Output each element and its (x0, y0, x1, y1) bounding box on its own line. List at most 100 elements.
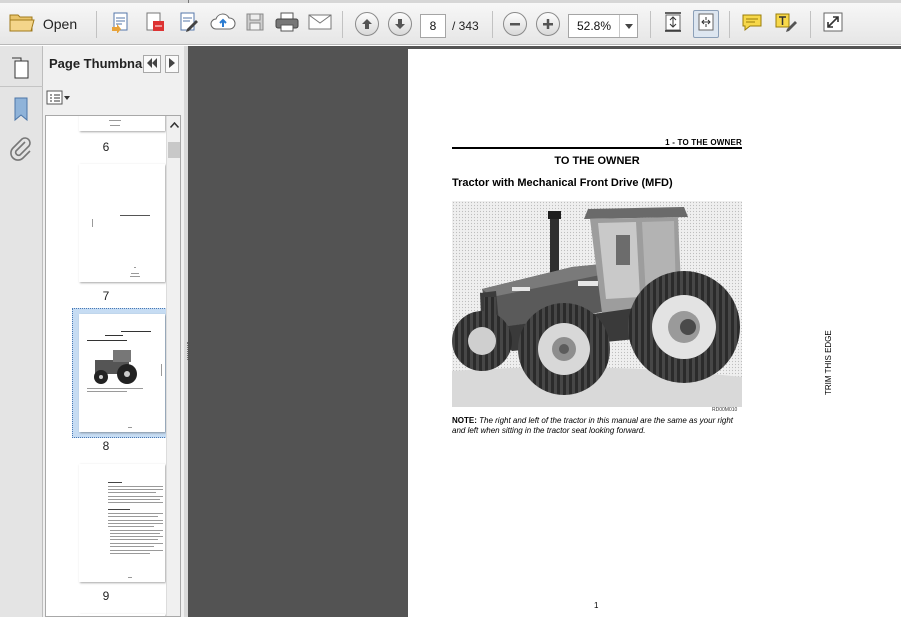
thumbnail-label-8: 8 (102, 439, 110, 453)
highlight-button[interactable] (772, 10, 800, 38)
thumb-text-line (105, 335, 123, 336)
page-number-input[interactable]: 8 (420, 14, 446, 38)
thumbnail-page-6[interactable] (79, 116, 165, 131)
create-pdf-icon (110, 11, 132, 38)
previous-page-icon (355, 12, 379, 36)
fit-width-icon (695, 11, 717, 38)
thumb-text-line (161, 364, 162, 376)
chevron-up-icon[interactable] (167, 118, 180, 132)
toolbar: Open 8 / 343 52.8% (0, 3, 901, 45)
double-chevron-left-icon (146, 55, 158, 73)
fit-width-button[interactable] (693, 10, 719, 38)
trim-edge-label: TRIM THIS EDGE (824, 330, 833, 395)
note-text: The right and left of the tractor in thi… (452, 416, 734, 435)
thumbnail-label-9: 9 (102, 589, 110, 603)
rail-divider (0, 86, 43, 87)
print-button[interactable] (272, 10, 302, 38)
thumb-text-line (108, 489, 163, 490)
panel-next-button[interactable] (165, 55, 179, 73)
toolbar-separator (729, 11, 730, 38)
thumb-text-line (108, 482, 122, 483)
thumbnail-page-9[interactable] (79, 464, 165, 582)
page-title: TO THE OWNER (554, 155, 640, 167)
thumbnail-options-button[interactable] (46, 90, 72, 111)
thumb-text-line (110, 539, 158, 540)
convert-icon (144, 11, 166, 38)
thumb-text-line (108, 516, 158, 517)
export-pdf-button[interactable] (142, 10, 168, 38)
thumb-text-line (108, 523, 163, 524)
fit-page-icon (662, 11, 684, 38)
toolbar-separator (96, 11, 97, 38)
thumb-text-line (110, 536, 163, 537)
upload-cloud-icon (210, 11, 236, 38)
thumbnail-page-8[interactable] (79, 314, 165, 432)
panel-title: Page Thumbna... (49, 56, 144, 71)
panel-header: Page Thumbna... (43, 46, 184, 82)
fit-page-button[interactable] (660, 10, 686, 38)
collapse-panel-button[interactable] (143, 55, 161, 73)
attachments-button[interactable] (8, 136, 34, 162)
highlight-icon (774, 11, 798, 38)
thumb-text-line (110, 533, 160, 534)
note-paragraph: NOTE: The right and left of the tractor … (452, 416, 746, 436)
thumb-text-line (109, 120, 121, 121)
note-label: NOTE: (452, 416, 477, 425)
thumb-text-line (87, 340, 127, 341)
zoom-in-button[interactable] (535, 10, 561, 38)
next-page-button[interactable] (387, 10, 413, 38)
edit-pdf-button[interactable] (176, 10, 202, 38)
thumb-text-line (108, 513, 163, 514)
bookmarks-button[interactable] (9, 96, 33, 122)
comment-button[interactable] (738, 10, 766, 38)
page-total: / 343 (452, 19, 479, 33)
photo-code: RD00M010 (712, 407, 738, 413)
thumb-text-line (110, 125, 120, 126)
edit-icon (178, 11, 200, 38)
thumbnails-panel: Page Thumbna... 6 7 8 9 (43, 46, 184, 617)
thumbnail-page-7[interactable] (79, 164, 165, 282)
toolbar-separator (650, 11, 651, 38)
tractor-photo (452, 201, 742, 407)
thumb-text-line (110, 546, 154, 547)
thumb-text-line (131, 273, 139, 274)
chevron-down-icon[interactable] (619, 15, 637, 37)
thumb-text-line (121, 331, 151, 332)
bookmark-icon (9, 97, 33, 126)
open-folder-icon (9, 11, 35, 38)
previous-page-button[interactable] (354, 10, 380, 38)
page-subtitle: Tractor with Mechanical Front Drive (MFD… (452, 177, 673, 189)
save-button[interactable] (242, 10, 268, 38)
full-screen-button[interactable] (820, 10, 846, 38)
open-button[interactable]: Open (8, 10, 78, 38)
paperclip-icon (8, 137, 34, 166)
options-menu-icon (46, 90, 70, 111)
chevron-right-icon (169, 55, 175, 73)
thumb-text-line (120, 215, 150, 216)
thumb-text-line (108, 526, 154, 527)
upload-button[interactable] (208, 10, 238, 38)
page-thumbnails-toggle[interactable] (8, 54, 34, 80)
thumb-text-line (92, 219, 93, 227)
zoom-select[interactable]: 52.8% (568, 14, 638, 38)
create-pdf-button[interactable] (108, 10, 134, 38)
thumb-text-line (128, 427, 132, 428)
email-icon (307, 12, 333, 37)
thumb-text-line (108, 502, 163, 503)
document-view[interactable]: 1 - TO THE OWNER TO THE OWNER Tractor wi… (188, 46, 901, 617)
next-page-icon (388, 12, 412, 36)
navigation-rail (0, 46, 43, 617)
thumbnail-label-7: 7 (102, 289, 110, 303)
thumb-text-line (108, 499, 160, 500)
zoom-out-button[interactable] (502, 10, 528, 38)
thumbnail-list[interactable]: 6 7 8 9 (45, 115, 181, 617)
email-button[interactable] (305, 10, 335, 38)
thumbnail-scrollbar[interactable] (166, 116, 180, 616)
thumb-text-line (110, 543, 163, 544)
scrollbar-thumb[interactable] (168, 142, 180, 158)
thumb-text-line (108, 492, 156, 493)
thumb-text-line (108, 486, 163, 487)
open-label: Open (42, 16, 78, 32)
thumb-text-line (110, 550, 163, 551)
page-header: 1 - TO THE OWNER (665, 138, 742, 147)
